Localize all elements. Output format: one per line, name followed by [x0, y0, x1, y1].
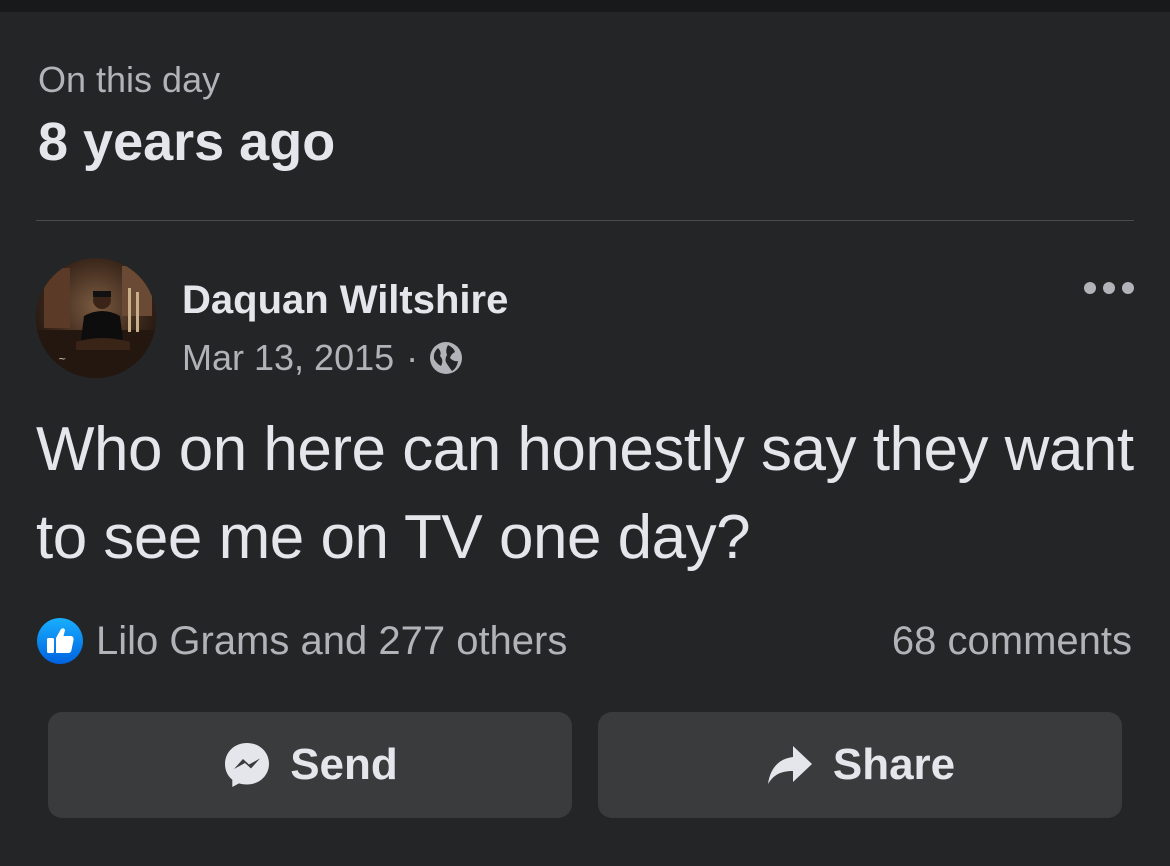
share-arrow-icon — [765, 740, 815, 790]
post-text: Who on here can honestly say they want t… — [36, 415, 1134, 572]
messenger-icon — [222, 740, 272, 790]
post-header: ~ Daquan Wiltshire Mar 13, 2015 · — [36, 258, 1134, 380]
share-button[interactable]: Share — [598, 712, 1122, 818]
comments-count[interactable]: 68 comments — [892, 614, 1132, 668]
like-icon — [36, 617, 84, 665]
more-options-icon[interactable] — [1084, 276, 1134, 300]
memory-title: 8 years ago — [38, 112, 336, 172]
send-label: Send — [290, 740, 398, 789]
avatar-image: ~ — [36, 258, 156, 378]
share-label: Share — [832, 740, 956, 789]
divider — [36, 220, 1134, 221]
send-button[interactable]: Send — [48, 712, 572, 818]
reactions-text: Lilo Grams and 277 others — [96, 618, 568, 663]
memory-card: On this day 8 years ago ~ Daquan Wiltshi… — [0, 0, 1170, 866]
post-date[interactable]: Mar 13, 2015 — [182, 337, 394, 379]
top-strip — [0, 0, 1170, 12]
author-name[interactable]: Daquan Wiltshire — [182, 276, 508, 324]
meta-separator: · — [406, 337, 419, 378]
globe-icon — [428, 340, 464, 376]
post-meta: Mar 13, 2015 · — [182, 336, 464, 380]
memory-header: On this day 8 years ago — [38, 58, 335, 174]
svg-text:~: ~ — [58, 354, 66, 365]
avatar[interactable]: ~ — [36, 258, 156, 378]
memory-subtitle: On this day — [38, 59, 221, 100]
reactions-summary[interactable]: Lilo Grams and 277 others — [36, 614, 567, 668]
